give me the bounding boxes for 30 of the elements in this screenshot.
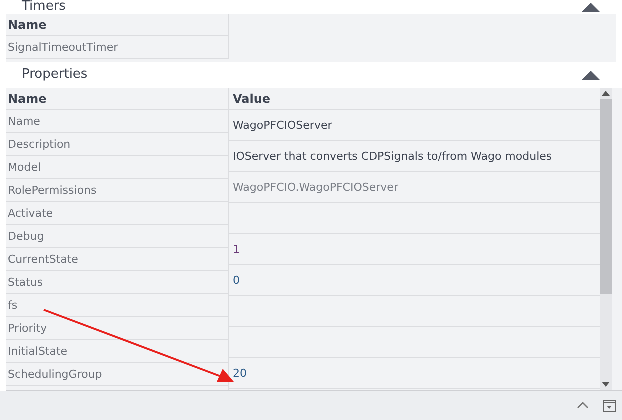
- property-value[interactable]: 0: [229, 265, 600, 296]
- scrollbar[interactable]: [600, 88, 612, 390]
- property-value[interactable]: WagoPFCIOServer: [229, 110, 600, 141]
- section-title: Properties: [22, 68, 88, 82]
- column-header: Value: [229, 88, 600, 110]
- scroll-down-icon[interactable]: [602, 382, 610, 387]
- property-name: fs: [6, 294, 228, 317]
- property-name: Model: [6, 156, 228, 179]
- chevron-up-icon[interactable]: [577, 402, 589, 409]
- dropdown-icon[interactable]: [603, 400, 616, 412]
- property-value[interactable]: WagoPFCIO.WagoPFCIOServer: [229, 172, 600, 203]
- property-name: CurrentState: [6, 248, 228, 271]
- property-name: Activate: [6, 202, 228, 225]
- property-name: InitialState: [6, 340, 228, 363]
- section-title: Timers: [22, 0, 66, 14]
- collapse-icon[interactable]: [582, 2, 600, 12]
- property-value[interactable]: 1: [229, 234, 600, 265]
- property-name: Priority: [6, 317, 228, 340]
- property-name: Status: [6, 271, 228, 294]
- property-name: Debug: [6, 225, 228, 248]
- property-value[interactable]: IOServer that converts CDPSignals to/from Wago modules: [229, 141, 600, 172]
- scrollbar-thumb[interactable]: [600, 99, 612, 294]
- table-cell: SignalTimeoutTimer: [6, 36, 228, 59]
- column-header: Name: [6, 88, 228, 110]
- scroll-up-icon[interactable]: [602, 91, 610, 96]
- property-name: Description: [6, 133, 228, 156]
- property-name: RolePermissions: [6, 179, 228, 202]
- collapse-icon[interactable]: [582, 70, 600, 80]
- column-header: Name: [6, 14, 228, 36]
- property-name: Name: [6, 110, 228, 133]
